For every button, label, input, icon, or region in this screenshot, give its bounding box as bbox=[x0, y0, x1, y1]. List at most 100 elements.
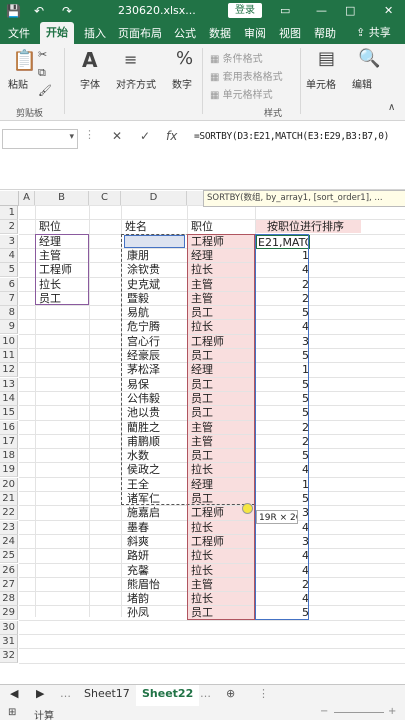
header-position-list[interactable]: 职位 bbox=[39, 220, 61, 234]
row-header-6[interactable]: 6 bbox=[0, 278, 18, 292]
options-icon[interactable]: ⋮ bbox=[258, 687, 269, 700]
name-cell[interactable]: 墨春 bbox=[127, 521, 149, 535]
row-header-14[interactable]: 14 bbox=[0, 392, 18, 406]
row-header-16[interactable]: 16 bbox=[0, 421, 18, 435]
close-icon[interactable]: ✕ bbox=[384, 4, 393, 17]
tab-data[interactable]: 数据 bbox=[209, 25, 231, 41]
row-header-29[interactable]: 29 bbox=[0, 606, 18, 620]
row-header-23[interactable]: 23 bbox=[0, 521, 18, 535]
tab-file[interactable]: 文件 bbox=[8, 25, 30, 41]
row-header-12[interactable]: 12 bbox=[0, 363, 18, 377]
row-header-11[interactable]: 11 bbox=[0, 349, 18, 363]
row-gridline bbox=[19, 634, 405, 635]
name-cell[interactable]: 路妍 bbox=[127, 549, 149, 563]
row-header-24[interactable]: 24 bbox=[0, 535, 18, 549]
row-header-32[interactable]: 32 bbox=[0, 649, 18, 663]
cell-styles-button[interactable]: ▦ 单元格样式 bbox=[210, 86, 273, 101]
row-header-7[interactable]: 7 bbox=[0, 292, 18, 306]
range-b3-b7-highlight bbox=[35, 234, 89, 305]
row-header-5[interactable]: 5 bbox=[0, 263, 18, 277]
undo-icon[interactable]: ↶ bbox=[34, 4, 44, 18]
row-header-20[interactable]: 20 bbox=[0, 478, 18, 492]
resize-handle-icon[interactable] bbox=[242, 503, 253, 514]
enter-formula-button[interactable]: ✓ bbox=[140, 129, 150, 143]
name-cell[interactable]: 堵韵 bbox=[127, 592, 149, 606]
zoom-in-icon[interactable]: + bbox=[388, 706, 396, 717]
row-header-30[interactable]: 30 bbox=[0, 621, 18, 635]
cells-button[interactable]: 单元格 bbox=[306, 76, 336, 91]
formula-input[interactable]: =SORTBY(D3:E21,MATCH(E3:E29,B3:B7,0) bbox=[194, 131, 389, 142]
select-all-corner[interactable] bbox=[0, 191, 19, 206]
redo-icon[interactable]: ↷ bbox=[62, 4, 72, 18]
tab-review[interactable]: 审阅 bbox=[244, 25, 266, 41]
row-header-18[interactable]: 18 bbox=[0, 449, 18, 463]
row-header-9[interactable]: 9 bbox=[0, 320, 18, 334]
more-sheets-left-icon[interactable]: … bbox=[60, 687, 71, 700]
name-cell[interactable]: 熊眉怡 bbox=[127, 578, 160, 592]
column-header-c[interactable]: C bbox=[89, 191, 121, 206]
conditional-format-button[interactable]: ▦ 条件格式 bbox=[210, 50, 263, 65]
header-name[interactable]: 姓名 bbox=[125, 220, 147, 234]
add-sheet-icon[interactable]: ⊕ bbox=[226, 687, 235, 700]
row-header-28[interactable]: 28 bbox=[0, 592, 18, 606]
zoom-slider[interactable] bbox=[334, 712, 384, 713]
copy-icon[interactable]: ⧉ bbox=[38, 66, 46, 80]
cut-icon[interactable]: ✂ bbox=[38, 48, 47, 61]
editing-button[interactable]: 编辑 bbox=[352, 76, 372, 91]
row-header-26[interactable]: 26 bbox=[0, 564, 18, 578]
collapse-ribbon-icon[interactable]: ∧ bbox=[388, 102, 395, 113]
row-header-3[interactable]: 3 bbox=[0, 235, 18, 249]
header-sort-result[interactable]: 按职位进行排序 bbox=[267, 220, 344, 234]
restore-icon[interactable]: □ bbox=[345, 4, 355, 17]
tab-home[interactable]: 开始 bbox=[40, 22, 74, 46]
tab-insert[interactable]: 插入 bbox=[84, 25, 106, 41]
more-sheets-right-icon[interactable]: … bbox=[200, 687, 211, 700]
sheet-tab-sheet17[interactable]: Sheet17 bbox=[84, 687, 130, 700]
chevron-down-icon[interactable]: ▾ bbox=[69, 132, 74, 142]
name-cell[interactable]: 斜爽 bbox=[127, 535, 149, 549]
more-options-icon[interactable]: ⋮ bbox=[84, 128, 95, 141]
tab-formulas[interactable]: 公式 bbox=[174, 25, 196, 41]
name-cell[interactable]: 充馨 bbox=[127, 564, 149, 578]
paste-button[interactable]: 粘贴 bbox=[8, 76, 28, 91]
share-button[interactable]: ⇪ 共享 bbox=[356, 24, 402, 41]
name-box[interactable]: ▾ bbox=[2, 129, 78, 149]
cancel-formula-button[interactable]: ✕ bbox=[112, 129, 122, 143]
number-button[interactable]: 数字 bbox=[172, 76, 192, 91]
save-icon[interactable]: 💾 bbox=[6, 4, 21, 18]
tab-help[interactable]: 帮助 bbox=[314, 25, 336, 41]
table-format-button[interactable]: ▦ 套用表格格式 bbox=[210, 68, 283, 83]
row-header-21[interactable]: 21 bbox=[0, 492, 18, 506]
font-button[interactable]: 字体 bbox=[80, 76, 100, 91]
column-header-d[interactable]: D bbox=[121, 191, 187, 206]
row-header-17[interactable]: 17 bbox=[0, 435, 18, 449]
row-header-22[interactable]: 22 bbox=[0, 506, 18, 520]
login-button[interactable]: 登录 bbox=[228, 3, 262, 18]
prev-sheet-icon[interactable]: ◀ bbox=[10, 687, 18, 700]
row-header-4[interactable]: 4 bbox=[0, 249, 18, 263]
row-header-31[interactable]: 31 bbox=[0, 635, 18, 649]
ribbon-display-icon[interactable]: ▭ bbox=[280, 4, 290, 17]
column-header-a[interactable]: A bbox=[19, 191, 35, 206]
minimize-icon[interactable]: — bbox=[316, 4, 327, 17]
tab-page-layout[interactable]: 页面布局 bbox=[118, 25, 162, 41]
row-header-13[interactable]: 13 bbox=[0, 378, 18, 392]
column-header-b[interactable]: B bbox=[35, 191, 89, 206]
tab-view[interactable]: 视图 bbox=[279, 25, 301, 41]
name-cell[interactable]: 孙凤 bbox=[127, 606, 149, 620]
row-header-19[interactable]: 19 bbox=[0, 463, 18, 477]
name-cell[interactable]: 施嘉启 bbox=[127, 506, 160, 520]
row-header-15[interactable]: 15 bbox=[0, 406, 18, 420]
row-header-27[interactable]: 27 bbox=[0, 578, 18, 592]
insert-function-button[interactable]: fx bbox=[166, 129, 177, 143]
row-header-25[interactable]: 25 bbox=[0, 549, 18, 563]
alignment-button[interactable]: 对齐方式 bbox=[116, 76, 156, 91]
row-header-1[interactable]: 1 bbox=[0, 206, 18, 220]
row-header-10[interactable]: 10 bbox=[0, 335, 18, 349]
row-header-8[interactable]: 8 bbox=[0, 306, 18, 320]
header-title[interactable]: 职位 bbox=[191, 220, 213, 234]
format-painter-icon[interactable]: 🖌 bbox=[38, 84, 52, 97]
next-sheet-icon[interactable]: ▶ bbox=[36, 687, 44, 700]
row-header-2[interactable]: 2 bbox=[0, 220, 18, 234]
zoom-out-icon[interactable]: − bbox=[320, 706, 328, 717]
